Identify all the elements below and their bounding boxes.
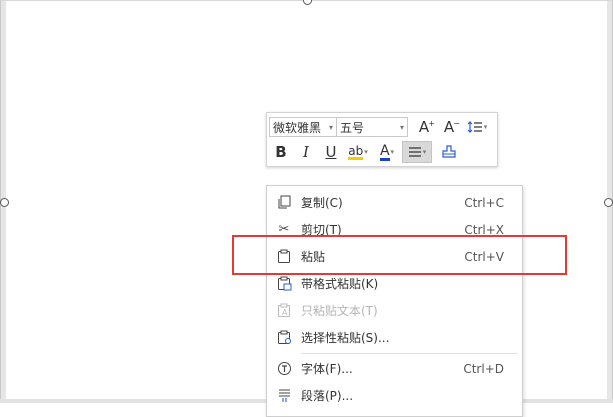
highlight-box bbox=[232, 235, 567, 275]
paste-format-icon bbox=[276, 275, 292, 291]
chevron-down-icon: ▾ bbox=[422, 148, 427, 156]
menu-item-font[interactable]: 字体(F)... Ctrl+D bbox=[267, 355, 522, 382]
font-size-value: 五号 bbox=[340, 120, 365, 135]
shrink-font-button[interactable]: A − bbox=[437, 116, 461, 138]
menu-item-copy[interactable]: 复制(C) Ctrl+C bbox=[267, 189, 522, 216]
align-icon bbox=[408, 147, 421, 157]
chevron-down-icon: ▾ bbox=[364, 148, 368, 156]
font-color-button[interactable]: A ▾ bbox=[373, 141, 401, 163]
chevron-down-icon: ▾ bbox=[399, 122, 404, 132]
chevron-down-icon: ▾ bbox=[390, 148, 395, 156]
font-color-icon: A bbox=[379, 142, 390, 161]
resize-handle-top[interactable] bbox=[303, 0, 312, 5]
toolbar-row-1: 微软雅黑 ▾ 五号 ▾ A + A − ▾ bbox=[269, 115, 493, 139]
align-button[interactable]: ▾ bbox=[402, 141, 432, 163]
menu-item-shortcut: Ctrl+C bbox=[464, 195, 504, 210]
menu-item-paragraph[interactable]: 段落(P)... bbox=[267, 382, 522, 409]
highlight-button[interactable]: ab ▾ bbox=[344, 141, 372, 163]
paste-special-icon bbox=[276, 329, 292, 345]
underline-button[interactable]: U bbox=[319, 141, 343, 163]
paste-text-icon: A bbox=[276, 302, 292, 318]
chevron-down-icon: ▾ bbox=[483, 123, 488, 131]
menu-item-paste-special[interactable]: 选择性粘贴(S)... bbox=[267, 324, 522, 351]
chevron-down-icon: ▾ bbox=[328, 122, 333, 132]
highlight-icon: ab bbox=[348, 143, 364, 160]
copy-icon bbox=[276, 194, 292, 210]
resize-handle-left[interactable] bbox=[0, 198, 9, 207]
menu-item-shortcut: Ctrl+D bbox=[463, 361, 504, 376]
line-spacing-button[interactable]: ▾ bbox=[462, 116, 492, 138]
menu-item-label: 段落(P)... bbox=[301, 389, 354, 403]
resize-handle-right[interactable] bbox=[604, 198, 613, 207]
font-name-select[interactable]: 微软雅黑 ▾ bbox=[269, 117, 337, 137]
font-size-select[interactable]: 五号 ▾ bbox=[336, 117, 408, 137]
menu-item-paste-text-only[interactable]: A 只粘贴文本(T) bbox=[267, 297, 522, 324]
menu-item-label: 字体(F)... bbox=[301, 362, 353, 376]
font-name-value: 微软雅黑 bbox=[273, 120, 322, 135]
toolbar-row-2: B I U ab ▾ A ▾ ▾ bbox=[269, 140, 462, 164]
bold-button[interactable]: B bbox=[269, 141, 293, 163]
menu-item-label: 带格式粘贴(K) bbox=[301, 277, 379, 291]
menu-separator bbox=[301, 353, 518, 354]
paragraph-icon bbox=[276, 387, 292, 403]
menu-item-label: 只粘贴文本(T) bbox=[301, 304, 378, 318]
menu-item-label: 选择性粘贴(S)... bbox=[301, 331, 390, 345]
italic-button[interactable]: I bbox=[294, 141, 318, 163]
format-painter-icon bbox=[442, 145, 456, 158]
font-icon bbox=[276, 360, 292, 376]
svg-text:A: A bbox=[282, 308, 288, 317]
format-painter-button[interactable] bbox=[437, 141, 461, 163]
mini-format-toolbar: 微软雅黑 ▾ 五号 ▾ A + A − ▾ B I U ab ▾ A ▾ ▾ bbox=[266, 112, 498, 167]
menu-item-label: 复制(C) bbox=[301, 196, 343, 210]
line-spacing-icon bbox=[467, 121, 482, 133]
context-menu: 复制(C) Ctrl+C ✂ 剪切(T) Ctrl+X 粘贴 Ctrl+V 带格… bbox=[266, 185, 523, 417]
grow-font-button[interactable]: A + bbox=[412, 116, 436, 138]
